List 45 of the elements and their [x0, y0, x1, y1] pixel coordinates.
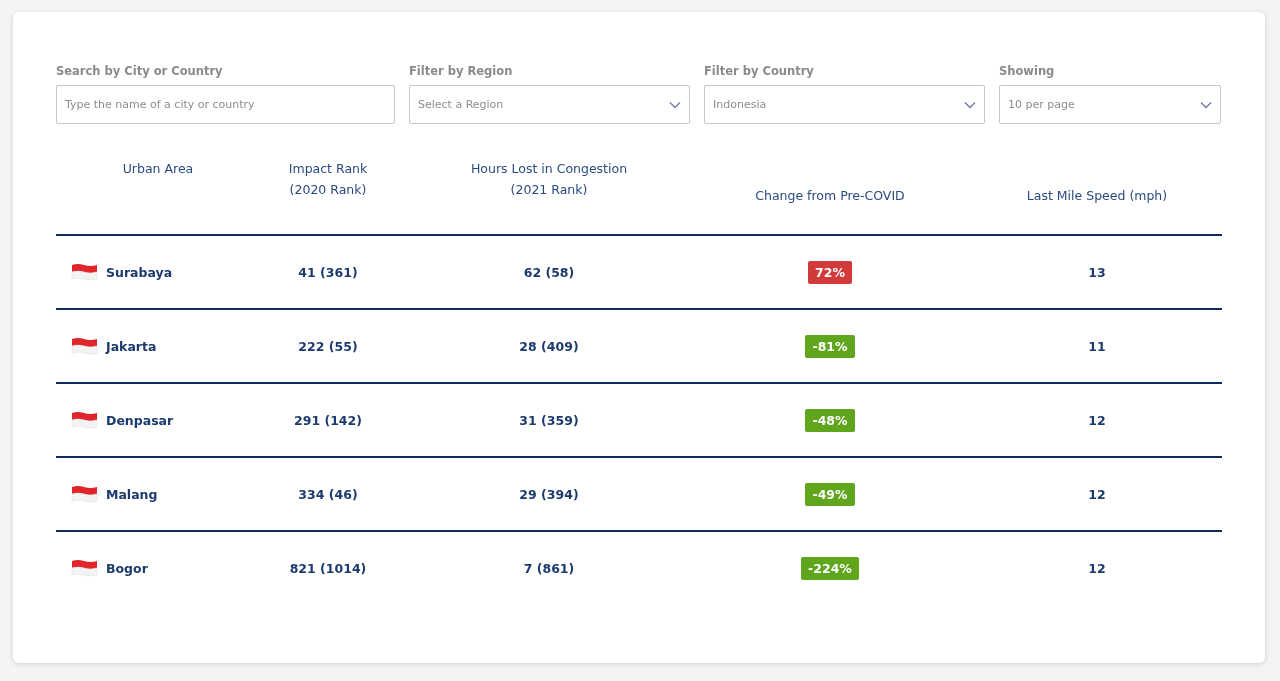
flag-icon [71, 485, 98, 503]
dropdown[interactable]: 10 per page [999, 85, 1221, 124]
chevron-down-icon [669, 100, 681, 109]
urban-area-link[interactable]: Jakarta [106, 338, 157, 354]
speed: 12 [1088, 560, 1106, 576]
filter-label: Showing [999, 64, 1056, 78]
column-header: Last Mile Speed (mph) [1026, 186, 1168, 205]
change-badge: -48% [805, 408, 855, 432]
speed: 12 [1088, 486, 1106, 502]
hours-lost: 7 (861) [523, 560, 575, 576]
change-badge: -224% [801, 556, 859, 580]
speed: 12 [1088, 412, 1106, 428]
column-header: Urban Area [121, 160, 194, 178]
urban-area-link[interactable]: Surabaya [106, 264, 173, 280]
search-field[interactable]: Type the name of a city or country [56, 85, 395, 124]
change-badge: 72% [808, 260, 852, 284]
hours-lost: 31 (359) [519, 412, 579, 428]
impact-rank: 334 (46) [298, 486, 358, 502]
filter-label: Search by City or Country [56, 64, 224, 78]
filter-label: Filter by Region [409, 64, 514, 78]
impact-rank: 41 (361) [298, 264, 358, 280]
flag-icon [71, 559, 98, 577]
urban-area-link[interactable]: Bogor [106, 560, 148, 576]
impact-rank: 222 (55) [298, 338, 358, 354]
speed: 11 [1088, 338, 1106, 354]
urban-area-link[interactable]: Denpasar [106, 412, 174, 428]
flag-icon [71, 337, 98, 355]
impact-rank: 821 (1014) [289, 560, 367, 576]
urban-area-link[interactable]: Malang [106, 486, 158, 502]
column-header: Change from Pre-COVID [755, 186, 905, 205]
flag-icon [71, 263, 98, 281]
filter-label: Filter by Country [704, 64, 815, 78]
chevron-down-icon [964, 100, 976, 109]
change-badge: -81% [805, 334, 855, 358]
impact-rank: 291 (142) [294, 412, 362, 428]
dropdown[interactable]: Select a Region [409, 85, 690, 124]
hours-lost: 62 (58) [523, 264, 575, 280]
column-header: Hours Lost in Congestion (2021 Rank) [470, 160, 628, 199]
hours-lost: 28 (409) [519, 338, 579, 354]
hours-lost: 29 (394) [519, 486, 579, 502]
change-badge: -49% [805, 482, 855, 506]
speed: 13 [1088, 264, 1106, 280]
flag-icon [71, 411, 98, 429]
chevron-down-icon [1200, 100, 1212, 109]
column-header: Impact Rank (2020 Rank) [288, 160, 368, 199]
